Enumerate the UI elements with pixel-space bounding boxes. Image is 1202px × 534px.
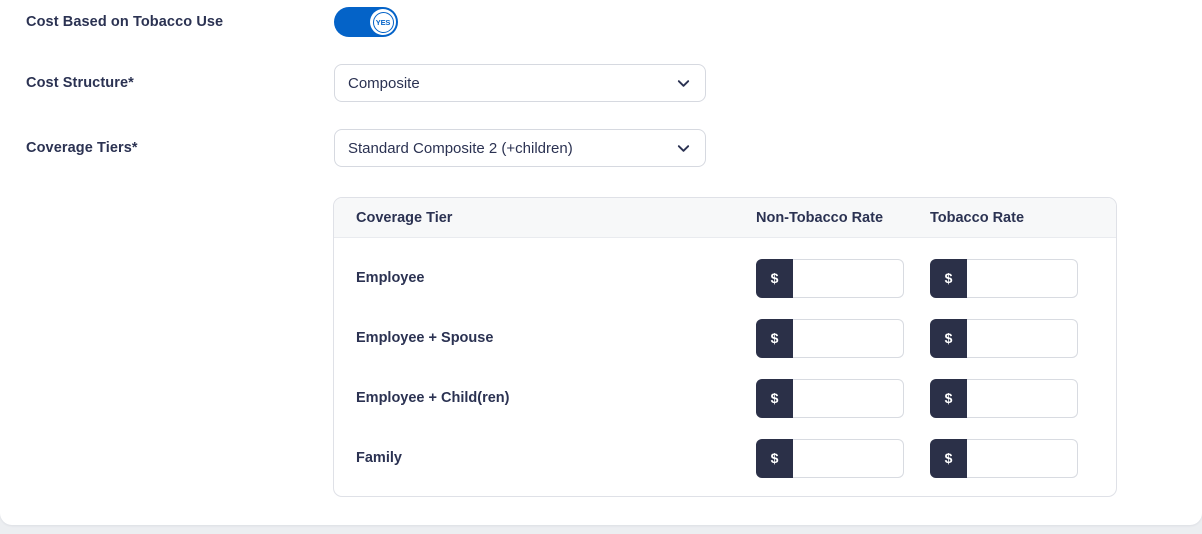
cost-structure-select[interactable]: Composite [334,64,706,102]
cost-structure-label: Cost Structure* [26,75,334,91]
non-tobacco-rate-group: $ [756,319,904,358]
dollar-prefix: $ [756,379,793,418]
rate-table: Coverage Tier Non-Tobacco Rate Tobacco R… [333,197,1117,497]
header-tobacco-rate: Tobacco Rate [930,210,1116,226]
dollar-prefix: $ [930,259,967,298]
table-row: Family$$ [334,428,1116,488]
dollar-prefix: $ [756,439,793,478]
rate-table-header: Coverage Tier Non-Tobacco Rate Tobacco R… [334,198,1116,238]
tobacco-use-toggle[interactable]: YES [334,7,398,37]
tobacco-rate-group: $ [930,379,1078,418]
chevron-down-icon [676,76,691,91]
non-tobacco-rate-input[interactable] [793,259,904,298]
tier-label: Family [356,450,756,466]
toggle-state-label: YES [373,12,394,33]
tier-label: Employee + Spouse [356,330,756,346]
coverage-tiers-value: Standard Composite 2 (+children) [348,140,573,157]
toggle-knob: YES [370,9,396,35]
coverage-tiers-select[interactable]: Standard Composite 2 (+children) [334,129,706,167]
tier-label: Employee + Child(ren) [356,390,756,406]
non-tobacco-rate-group: $ [756,439,904,478]
cost-structure-row: Cost Structure* Composite [26,64,706,102]
tobacco-rate-group: $ [930,439,1078,478]
form-card: Cost Based on Tobacco Use YES Cost Struc… [0,0,1202,525]
tier-label: Employee [356,270,756,286]
table-row: Employee + Child(ren)$$ [334,368,1116,428]
tobacco-rate-input[interactable] [967,439,1078,478]
dollar-prefix: $ [756,259,793,298]
tobacco-use-row: Cost Based on Tobacco Use YES [26,7,398,37]
cost-structure-value: Composite [348,75,420,92]
tobacco-rate-input[interactable] [967,259,1078,298]
tobacco-rate-group: $ [930,259,1078,298]
rate-table-body: Employee$$Employee + Spouse$$Employee + … [334,238,1116,497]
tobacco-rate-group: $ [930,319,1078,358]
non-tobacco-rate-input[interactable] [793,379,904,418]
coverage-tiers-row: Coverage Tiers* Standard Composite 2 (+c… [26,129,706,167]
dollar-prefix: $ [930,439,967,478]
dollar-prefix: $ [930,319,967,358]
tobacco-rate-input[interactable] [967,319,1078,358]
tobacco-rate-input[interactable] [967,379,1078,418]
non-tobacco-rate-group: $ [756,379,904,418]
non-tobacco-rate-group: $ [756,259,904,298]
non-tobacco-rate-input[interactable] [793,439,904,478]
coverage-tiers-label: Coverage Tiers* [26,140,334,156]
non-tobacco-rate-input[interactable] [793,319,904,358]
table-row: Employee$$ [334,248,1116,308]
chevron-down-icon [676,141,691,156]
table-row: Employee + Spouse$$ [334,308,1116,368]
header-non-tobacco-rate: Non-Tobacco Rate [756,210,930,226]
tobacco-use-label: Cost Based on Tobacco Use [26,14,334,30]
dollar-prefix: $ [930,379,967,418]
dollar-prefix: $ [756,319,793,358]
header-coverage-tier: Coverage Tier [356,210,756,226]
